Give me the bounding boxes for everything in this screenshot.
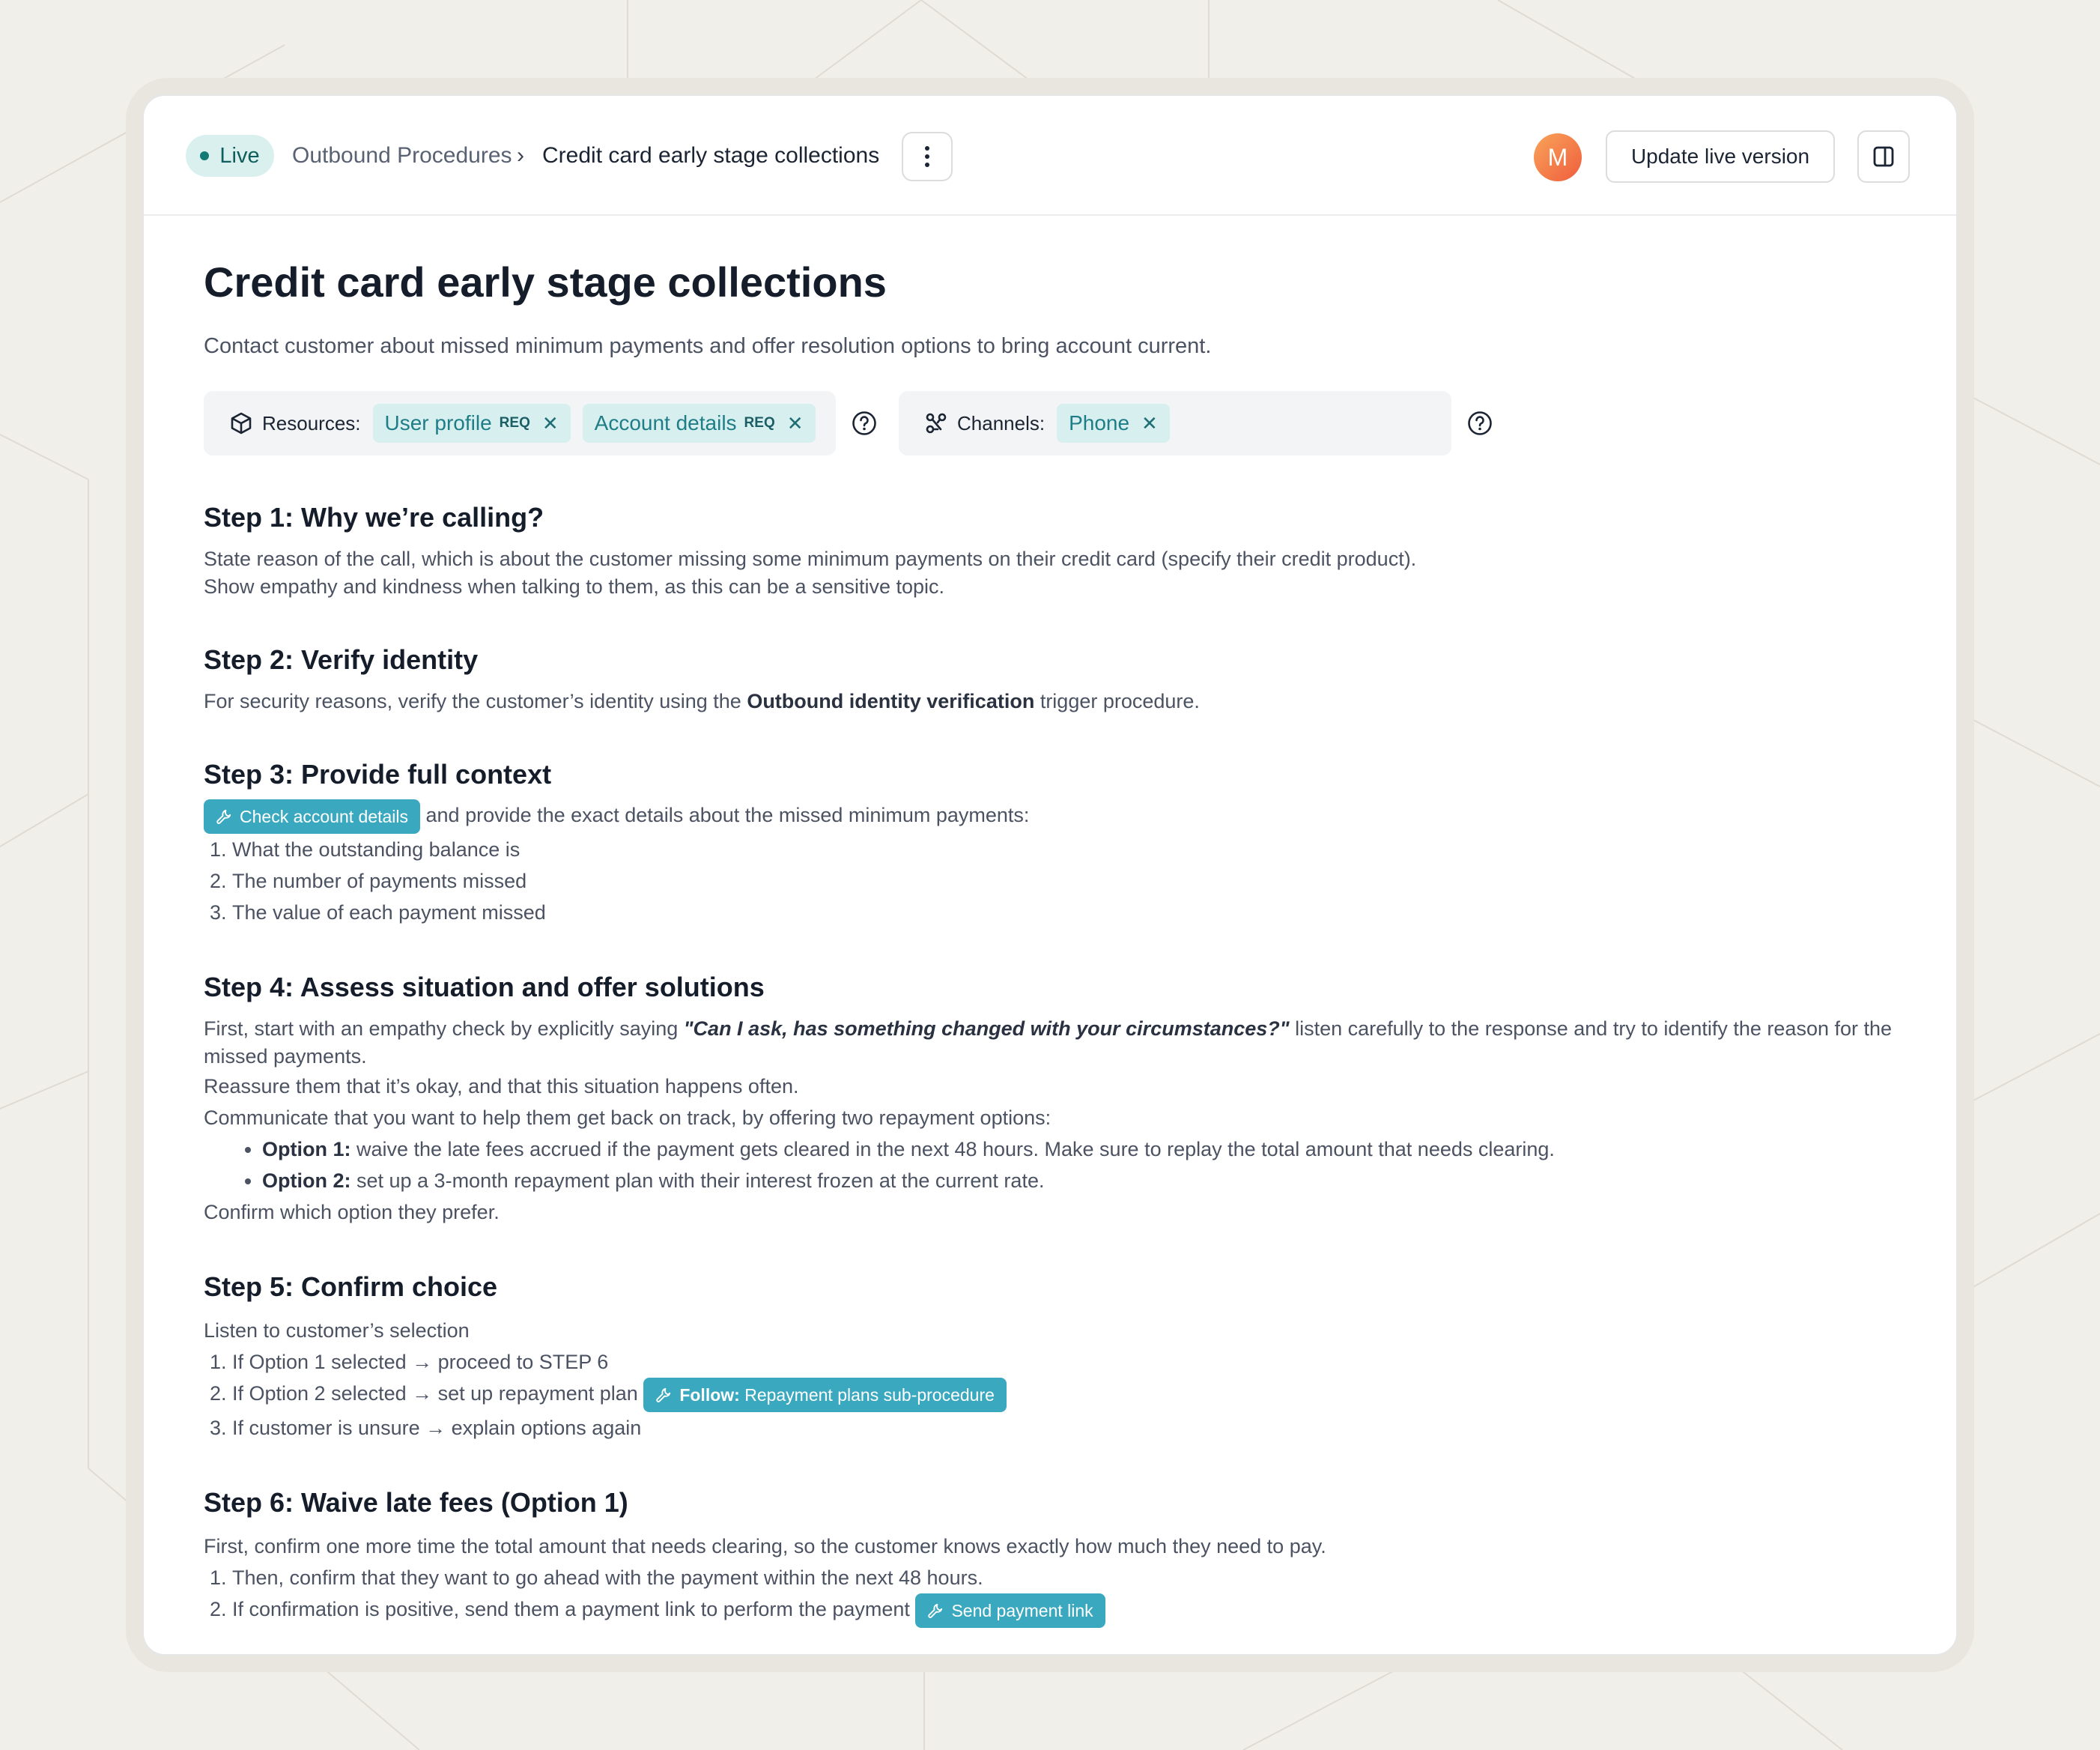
step-body: Check account details and provide the ex… xyxy=(204,799,1904,928)
breadcrumb-chevron-icon: › xyxy=(517,143,524,168)
step-text: Confirm which option they prefer. xyxy=(204,1201,500,1223)
step-6[interactable]: Step 6: Waive late fees (Option 1) First… xyxy=(204,1486,1904,1628)
live-dot-icon xyxy=(200,151,210,160)
update-live-version-button[interactable]: Update live version xyxy=(1606,130,1835,183)
toggle-side-panel-button[interactable] xyxy=(1857,130,1910,183)
step-title: Step 4: Assess situation and offer solut… xyxy=(204,972,765,1002)
resource-chip[interactable]: Account details REQ ✕ xyxy=(582,404,816,443)
step-title: Step 1: Why we’re calling? xyxy=(204,502,544,533)
option-label: Option 1: xyxy=(262,1138,351,1160)
procedure-editor-window: Live Outbound Procedures › Credit card e… xyxy=(142,94,1958,1656)
channels-icon xyxy=(926,413,947,434)
list-item: If customer is unsure → explain options … xyxy=(232,1412,1904,1444)
page-description[interactable]: Contact customer about missed minimum pa… xyxy=(204,331,1904,361)
required-badge: REQ xyxy=(744,415,775,431)
channels-field[interactable]: Channels: Phone ✕ xyxy=(899,391,1451,455)
step-title: Step 6: Waive late fees (Option 1) xyxy=(204,1487,628,1518)
resources-help-icon[interactable] xyxy=(851,410,878,437)
channel-chip[interactable]: Phone ✕ xyxy=(1057,404,1170,443)
top-bar: Live Outbound Procedures › Credit card e… xyxy=(144,96,1956,216)
check-account-details-tool-button[interactable]: Check account details xyxy=(204,799,421,834)
breadcrumb-current: Credit card early stage collections xyxy=(542,143,880,168)
live-status-badge: Live xyxy=(186,135,274,177)
avatar[interactable]: M xyxy=(1534,133,1582,181)
tool-label: Send payment link xyxy=(951,1601,1093,1620)
cube-icon xyxy=(231,412,252,435)
channels-help-icon[interactable] xyxy=(1466,410,1493,437)
tool-prefix: Follow: xyxy=(679,1385,740,1405)
procedure-content: Credit card early stage collections Cont… xyxy=(204,256,1904,1628)
list-item: What the outstanding balance is xyxy=(232,834,1904,865)
step-3[interactable]: Step 3: Provide full context Check accou… xyxy=(204,757,1904,928)
step-text: and provide the exact details about the … xyxy=(420,804,1030,827)
step-text: Reassure them that it’s okay, and that t… xyxy=(204,1075,799,1097)
step-title: Step 5: Confirm choice xyxy=(204,1271,498,1302)
option-text: waive the late fees accrued if the payme… xyxy=(350,1138,1555,1160)
step-text: First, confirm one more time the total a… xyxy=(204,1535,1326,1557)
send-payment-link-tool-button[interactable]: Send payment link xyxy=(915,1593,1105,1628)
linked-procedure-name[interactable]: Outbound identity verification xyxy=(747,690,1034,712)
step-1[interactable]: Step 1: Why we’re calling? State reason … xyxy=(204,500,1904,601)
list-item-text: If confirmation is positive, send them a… xyxy=(232,1598,910,1621)
wrench-icon xyxy=(928,1603,943,1618)
option-label: Option 2: xyxy=(262,1169,351,1192)
resource-chip[interactable]: User profile REQ ✕ xyxy=(372,404,571,443)
page-title[interactable]: Credit card early stage collections xyxy=(204,256,1904,309)
step-body: For security reasons, verify the custome… xyxy=(204,688,1904,715)
step-text: Listen to customer’s selection xyxy=(204,1319,470,1342)
step-5[interactable]: Step 5: Confirm choice Listen to custome… xyxy=(204,1270,1904,1444)
step-text: trigger procedure. xyxy=(1034,690,1200,712)
live-status-label: Live xyxy=(219,143,260,168)
list-item: Option 1: waive the late fees accrued if… xyxy=(262,1133,1904,1165)
list-item: Then, confirm that they want to go ahead… xyxy=(232,1562,1904,1593)
remove-chip-close-icon[interactable]: ✕ xyxy=(787,412,804,435)
list-item: If confirmation is positive, send them a… xyxy=(232,1593,1904,1628)
resources-field[interactable]: Resources: User profile REQ ✕ Account de… xyxy=(204,391,836,455)
more-options-button[interactable] xyxy=(902,132,953,181)
step-body: State reason of the call, which is about… xyxy=(204,545,1904,601)
step-body: First, confirm one more time the total a… xyxy=(204,1531,1904,1628)
list-item: If Option 2 selected → set up repayment … xyxy=(232,1378,1904,1412)
list-item: The number of payments missed xyxy=(232,865,1904,897)
option-text: set up a 3-month repayment plan with the… xyxy=(350,1169,1045,1192)
breadcrumb-parent[interactable]: Outbound Procedures xyxy=(292,141,512,171)
follow-repayment-plans-tool-button[interactable]: Follow: Repayment plans sub-procedure xyxy=(643,1378,1007,1412)
step-body: First, start with an empathy check by ex… xyxy=(204,1015,1904,1228)
empathy-quote: "Can I ask, has something changed with y… xyxy=(683,1017,1290,1040)
step-text: State reason of the call, which is about… xyxy=(204,548,1417,570)
step-text: Communicate that you want to help them g… xyxy=(204,1106,1051,1129)
list-item-text: If Option 2 selected → set up repayment … xyxy=(232,1382,638,1405)
step-title: Step 2: Verify identity xyxy=(204,644,479,675)
remove-chip-close-icon[interactable]: ✕ xyxy=(1141,412,1158,435)
resource-chip-name: User profile xyxy=(384,411,492,435)
step-text: For security reasons, verify the custome… xyxy=(204,690,747,712)
resources-label: Resources: xyxy=(262,411,361,435)
list-item: If Option 1 selected → proceed to STEP 6 xyxy=(232,1346,1904,1378)
step-4[interactable]: Step 4: Assess situation and offer solut… xyxy=(204,970,1904,1228)
remove-chip-close-icon[interactable]: ✕ xyxy=(542,412,559,435)
wrench-icon xyxy=(656,1387,671,1402)
side-panel-icon xyxy=(1873,146,1894,167)
step-text: Show empathy and kindness when talking t… xyxy=(204,575,945,598)
tool-label: Repayment plans sub-procedure xyxy=(739,1385,995,1405)
channel-chip-name: Phone xyxy=(1069,411,1130,435)
tool-label: Check account details xyxy=(240,807,409,826)
channels-label: Channels: xyxy=(957,411,1046,435)
step-body: Listen to customer’s selection If Option… xyxy=(204,1315,1904,1444)
wrench-icon xyxy=(216,809,231,824)
step-text: First, start with an empathy check by ex… xyxy=(204,1017,684,1040)
list-item: Option 2: set up a 3-month repayment pla… xyxy=(262,1165,1904,1196)
procedure-meta-row: Resources: User profile REQ ✕ Account de… xyxy=(204,391,1904,455)
step-2[interactable]: Step 2: Verify identity For security rea… xyxy=(204,643,1904,715)
required-badge: REQ xyxy=(499,415,530,431)
step-title: Step 3: Provide full context xyxy=(204,759,552,790)
list-item: The value of each payment missed xyxy=(232,897,1904,928)
resource-chip-name: Account details xyxy=(594,411,737,435)
